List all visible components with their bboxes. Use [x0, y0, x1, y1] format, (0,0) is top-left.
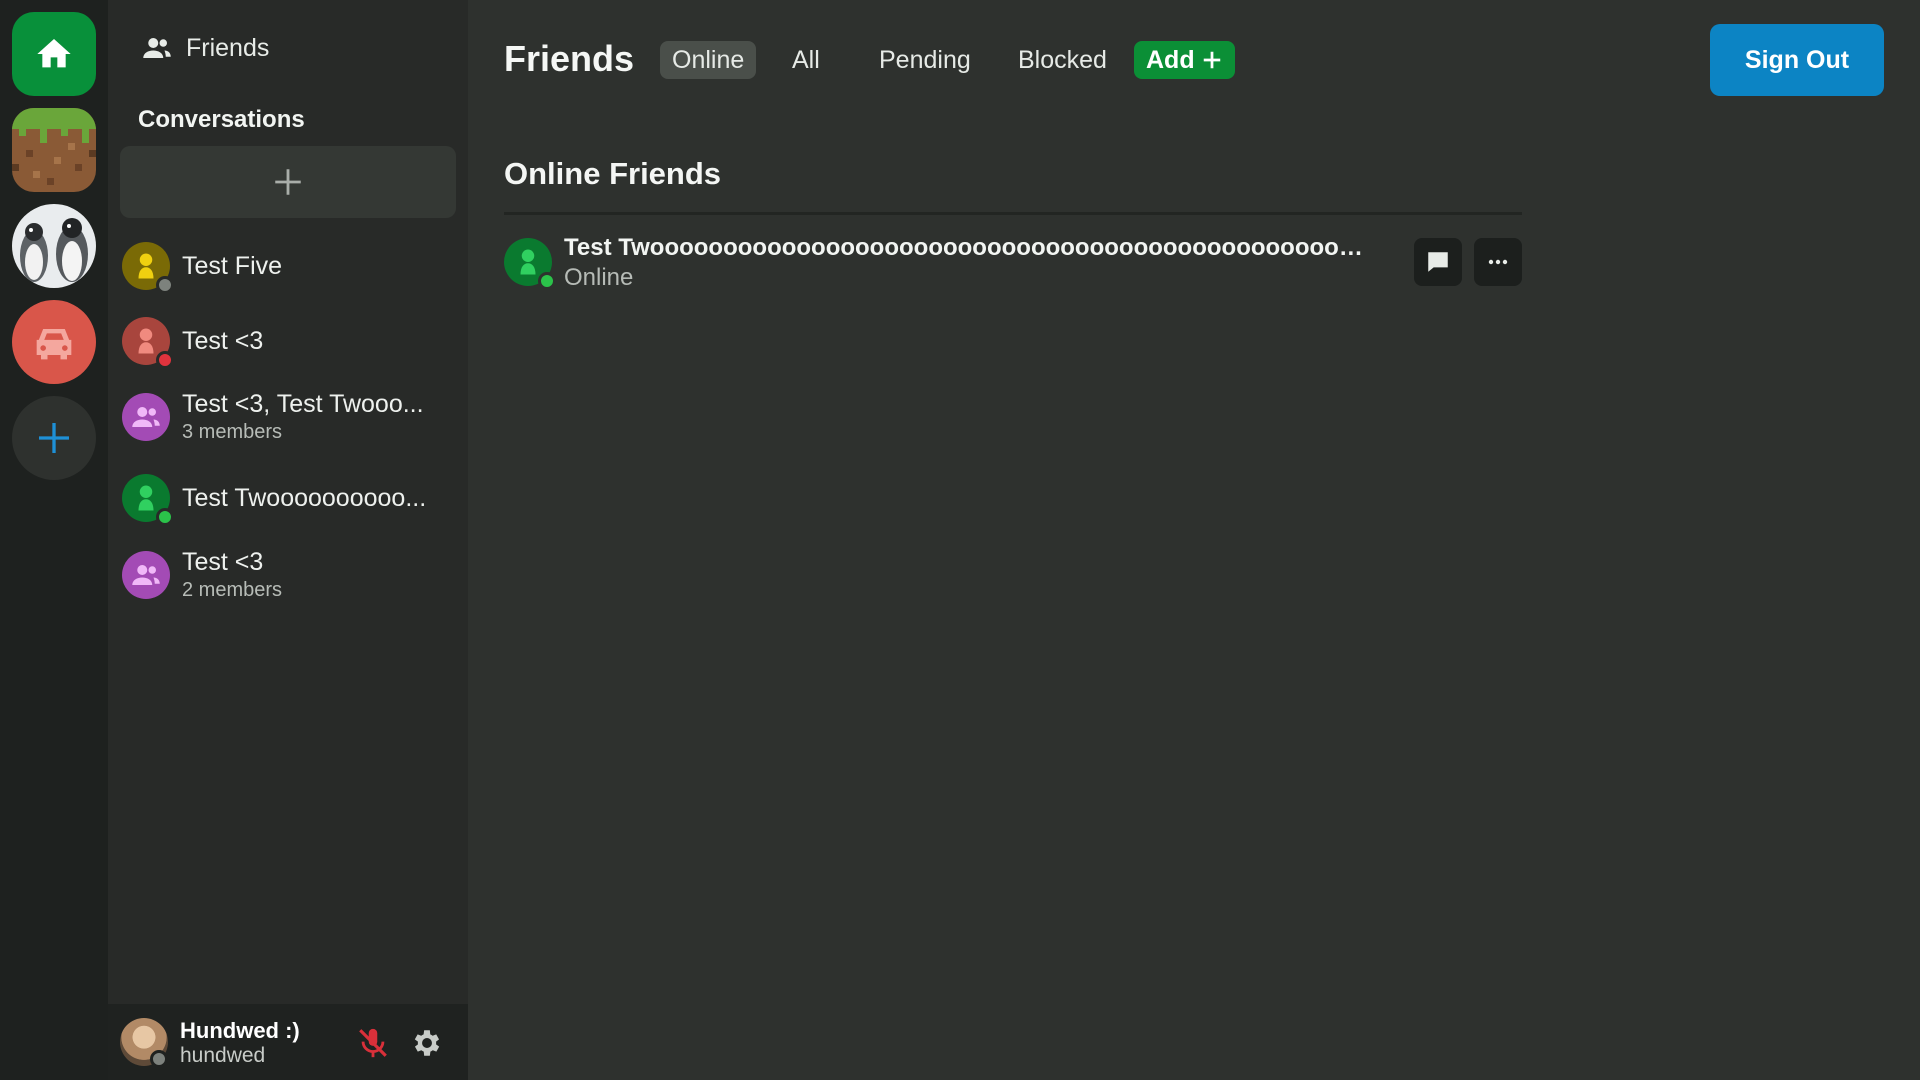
user-icon: [138, 485, 154, 511]
section-title: Online Friends: [504, 156, 722, 191]
conversation-item[interactable]: Test Twoooooooooo...: [122, 474, 454, 526]
gear-icon: [414, 1030, 440, 1056]
user-panel: Hundwed :) hundwed: [108, 1004, 468, 1080]
car-server-button[interactable]: [12, 300, 96, 384]
more-options-button[interactable]: [1474, 238, 1522, 286]
conversation-item[interactable]: Test Five: [122, 242, 454, 294]
conversation-member-count: 2 members: [182, 579, 283, 601]
friends-nav-label: Friends: [186, 33, 270, 62]
conversation-name: Test Twoooooooooo...: [182, 483, 427, 512]
tab-all[interactable]: All: [780, 41, 832, 79]
avatar: [122, 551, 170, 599]
mic-muted-icon: [359, 1028, 387, 1058]
tab-blocked[interactable]: Blocked: [1006, 41, 1119, 79]
dnd-status-icon: [156, 351, 174, 369]
conversation-item[interactable]: Test <3, Test Twooo... 3 members: [122, 390, 454, 444]
offline-status-icon: [156, 276, 174, 294]
friends-icon: [143, 38, 171, 58]
user-icon: [138, 253, 154, 279]
settings-button[interactable]: [410, 1026, 444, 1060]
section-divider: [504, 212, 1522, 215]
group-avatar-circle: [122, 393, 170, 441]
avatar: [122, 242, 174, 294]
conversation-name: Test Five: [182, 251, 283, 280]
conversations-heading: Conversations: [138, 106, 305, 133]
group-icon: [132, 407, 160, 427]
conversation-name: Test <3: [182, 548, 264, 576]
group-icon: [132, 565, 160, 585]
user-handle: hundwed: [180, 1044, 266, 1067]
message-friend-button[interactable]: [1414, 238, 1462, 286]
tab-online[interactable]: Online: [660, 41, 757, 79]
mute-microphone-button[interactable]: [356, 1026, 390, 1060]
friends-nav-link[interactable]: Friends: [142, 30, 269, 66]
conversation-name: Test <3: [182, 326, 264, 355]
user-icon: [520, 249, 536, 275]
grass-block-server-button[interactable]: [12, 108, 96, 192]
plus-icon: [1203, 51, 1220, 69]
conversation-item[interactable]: Test <3: [122, 317, 454, 369]
ellipsis-icon: [1488, 259, 1508, 265]
new-conversation-button[interactable]: [120, 146, 456, 218]
home-button[interactable]: [12, 12, 96, 96]
grass-block-image: [12, 108, 96, 192]
home-icon: [37, 39, 71, 68]
add-friend-label: Add: [1146, 46, 1195, 74]
avatar: [122, 317, 174, 369]
page-title: Friends: [504, 38, 635, 79]
online-status-icon: [538, 272, 556, 290]
penguins-image: [12, 204, 96, 288]
tab-pending[interactable]: Pending: [867, 41, 983, 79]
add-friend-button[interactable]: Add: [1134, 41, 1235, 79]
user-display-name: Hundwed :): [180, 1018, 300, 1043]
friend-list-item[interactable]: Test Twooooooooooooooooooooooooooooooooo…: [504, 234, 1522, 292]
avatar: [122, 474, 174, 526]
group-avatar-circle: [122, 551, 170, 599]
conversations-sidebar: Friends Conversations Test Five Test <3: [108, 0, 468, 1080]
avatar: [504, 238, 556, 290]
friend-name: Test Twooooooooooooooooooooooooooooooooo…: [564, 234, 1364, 261]
car-icon: [36, 329, 72, 360]
chat-bubble-icon: [1428, 252, 1448, 272]
plus-icon: [275, 169, 301, 195]
server-rail: [0, 0, 108, 1080]
sign-out-button[interactable]: Sign Out: [1710, 24, 1884, 96]
offline-status-icon: [150, 1050, 168, 1068]
penguins-server-button[interactable]: [12, 204, 96, 288]
avatar: [122, 393, 170, 441]
conversation-member-count: 3 members: [182, 421, 283, 443]
plus-icon: [39, 423, 69, 453]
friends-main-panel: Friends Online All Pending Blocked Add S…: [468, 0, 1920, 1080]
friend-status: Online: [564, 264, 634, 291]
user-icon: [138, 328, 154, 354]
online-status-icon: [156, 508, 174, 526]
add-server-button[interactable]: [12, 396, 96, 480]
conversation-item[interactable]: Test <3 2 members: [122, 548, 454, 602]
conversation-name: Test <3, Test Twooo...: [182, 390, 424, 418]
